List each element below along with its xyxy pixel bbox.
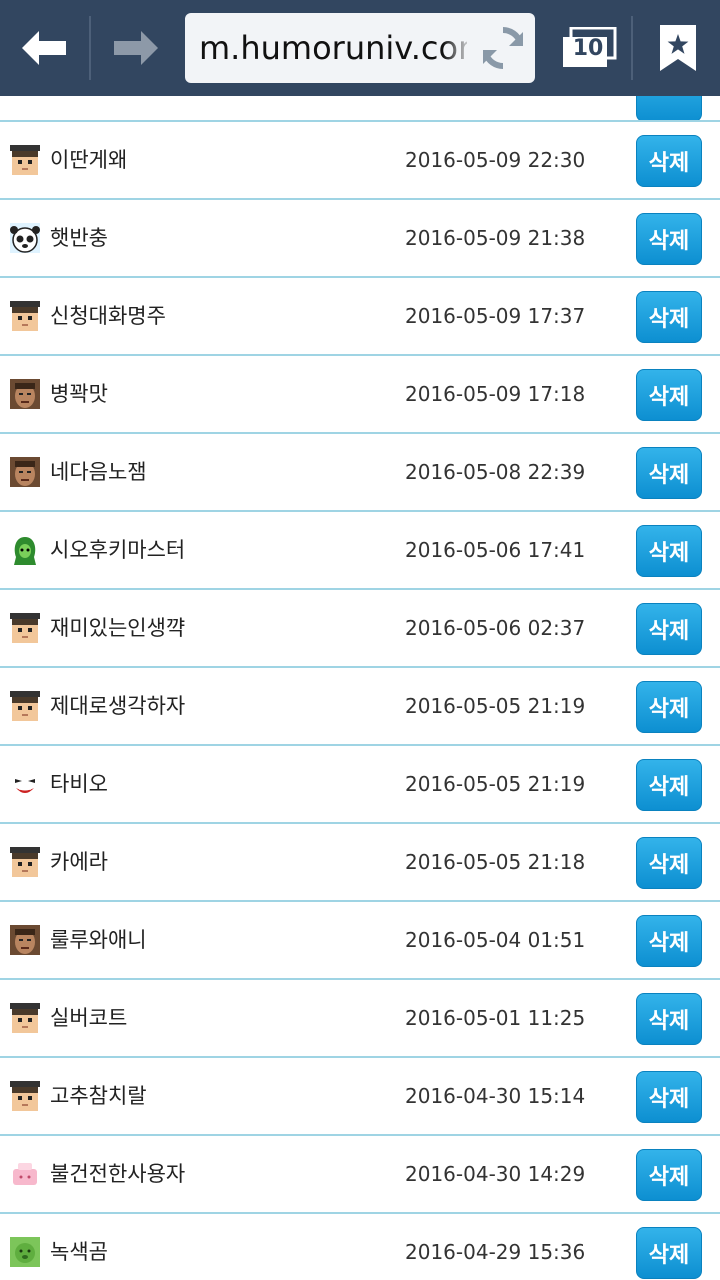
student-avatar-icon bbox=[10, 1081, 40, 1111]
timestamp: 2016-05-08 22:39 bbox=[405, 460, 586, 484]
delete-button[interactable]: 삭제 bbox=[636, 681, 702, 733]
list-item: 고추참치랄 2016-04-30 15:14 삭제 bbox=[0, 1058, 720, 1136]
timestamp: 2016-05-09 21:38 bbox=[405, 226, 586, 250]
delete-button[interactable]: 삭제 bbox=[636, 759, 702, 811]
delete-button[interactable]: 삭제 bbox=[636, 447, 702, 499]
list-item: 룰루와애니 2016-05-04 01:51 삭제 bbox=[0, 902, 720, 980]
delete-button[interactable]: 삭제 bbox=[636, 291, 702, 343]
nickname: 시오후키마스터 bbox=[50, 538, 186, 562]
joker-avatar-icon bbox=[10, 769, 40, 799]
delete-button[interactable]: 삭제 bbox=[636, 213, 702, 265]
toolbar-divider bbox=[631, 16, 633, 80]
delete-button[interactable]: 삭제 bbox=[636, 915, 702, 967]
delete-button[interactable]: 삭제 bbox=[636, 1071, 702, 1123]
timestamp: 2016-05-09 17:18 bbox=[405, 382, 586, 406]
student-avatar-icon bbox=[10, 301, 40, 331]
list-item-partial bbox=[0, 96, 720, 122]
bookmark-button[interactable] bbox=[636, 0, 720, 96]
timestamp: 2016-04-30 14:29 bbox=[405, 1162, 586, 1186]
list-item: 햇반충 2016-05-09 21:38 삭제 bbox=[0, 200, 720, 278]
bookmark-star-icon bbox=[660, 25, 696, 71]
delete-button[interactable]: 삭제 bbox=[636, 603, 702, 655]
timestamp: 2016-05-09 22:30 bbox=[405, 148, 586, 172]
delete-button[interactable]: 삭제 bbox=[636, 993, 702, 1045]
tab-count: 10 bbox=[572, 36, 604, 61]
list-item: 타비오 2016-05-05 21:19 삭제 bbox=[0, 746, 720, 824]
nickname: 재미있는인생꺅 bbox=[50, 616, 186, 640]
nickname: 이딴게왜 bbox=[50, 148, 128, 172]
nickname: 카에라 bbox=[50, 850, 108, 874]
timestamp: 2016-05-04 01:51 bbox=[405, 928, 586, 952]
nickname: 신청대화명주 bbox=[50, 304, 166, 328]
address-bar[interactable]: m.humoruniv.com bbox=[185, 13, 535, 83]
list-item: 제대로생각하자 2016-05-05 21:19 삭제 bbox=[0, 668, 720, 746]
delete-button[interactable]: 삭제 bbox=[636, 1227, 702, 1279]
browser-toolbar: m.humoruniv.com 10 bbox=[0, 0, 720, 96]
timestamp: 2016-05-06 02:37 bbox=[405, 616, 586, 640]
delete-button[interactable]: 삭제 bbox=[636, 525, 702, 577]
green-bear-avatar-icon bbox=[10, 1237, 40, 1267]
list-item: 이딴게왜 2016-05-09 22:30 삭제 bbox=[0, 122, 720, 200]
student-avatar-icon bbox=[10, 613, 40, 643]
list-item: 네다음노잼 2016-05-08 22:39 삭제 bbox=[0, 434, 720, 512]
photo-avatar-icon bbox=[10, 457, 40, 487]
student-avatar-icon bbox=[10, 847, 40, 877]
list-item: 시오후키마스터 2016-05-06 17:41 삭제 bbox=[0, 512, 720, 590]
back-arrow-icon bbox=[22, 31, 66, 65]
url-text[interactable]: m.humoruniv.com bbox=[199, 13, 467, 83]
list-item: 녹색곰 2016-04-29 15:36 삭제 bbox=[0, 1214, 720, 1280]
list-item: 병꽉맛 2016-05-09 17:18 삭제 bbox=[0, 356, 720, 434]
refresh-icon[interactable] bbox=[479, 24, 527, 72]
forward-arrow-icon bbox=[114, 31, 158, 65]
student-avatar-icon bbox=[10, 691, 40, 721]
delete-button[interactable]: 삭제 bbox=[636, 369, 702, 421]
timestamp: 2016-05-05 21:18 bbox=[405, 850, 586, 874]
timestamp: 2016-05-01 11:25 bbox=[405, 1006, 586, 1030]
nickname: 병꽉맛 bbox=[50, 382, 108, 406]
nickname: 불건전한사용자 bbox=[50, 1162, 186, 1186]
delete-button[interactable]: 삭제 bbox=[636, 837, 702, 889]
nickname: 햇반충 bbox=[50, 226, 108, 250]
nickname: 실버코트 bbox=[50, 1006, 128, 1030]
photo-avatar-icon bbox=[10, 925, 40, 955]
user-list: 이딴게왜 2016-05-09 22:30 삭제 햇반충 2016-05-09 21:3… bbox=[0, 96, 720, 1280]
timestamp: 2016-04-30 15:14 bbox=[405, 1084, 586, 1108]
list-item: 불건전한사용자 2016-04-30 14:29 삭제 bbox=[0, 1136, 720, 1214]
nickname: 타비오 bbox=[50, 772, 108, 796]
panda-avatar-icon bbox=[10, 223, 40, 253]
delete-button[interactable] bbox=[636, 96, 702, 120]
list-item: 신청대화명주 2016-05-09 17:37 삭제 bbox=[0, 278, 720, 356]
photo-avatar-icon bbox=[10, 379, 40, 409]
nickname: 고추참치랄 bbox=[50, 1084, 147, 1108]
nickname: 룰루와애니 bbox=[50, 928, 147, 952]
pink-box-avatar-icon bbox=[10, 1159, 40, 1189]
toolbar-divider bbox=[89, 16, 91, 80]
nickname: 녹색곰 bbox=[50, 1240, 108, 1264]
student-avatar-icon bbox=[10, 145, 40, 175]
student-avatar-icon bbox=[10, 1003, 40, 1033]
green-character-avatar-icon bbox=[10, 535, 40, 565]
timestamp: 2016-04-29 15:36 bbox=[405, 1240, 586, 1264]
list-item: 실버코트 2016-05-01 11:25 삭제 bbox=[0, 980, 720, 1058]
nickname: 네다음노잼 bbox=[50, 460, 147, 484]
delete-button[interactable]: 삭제 bbox=[636, 1149, 702, 1201]
timestamp: 2016-05-06 17:41 bbox=[405, 538, 586, 562]
url-fade bbox=[443, 13, 473, 83]
forward-button[interactable] bbox=[92, 0, 178, 96]
timestamp: 2016-05-09 17:37 bbox=[405, 304, 586, 328]
list-item: 카에라 2016-05-05 21:18 삭제 bbox=[0, 824, 720, 902]
list-item: 재미있는인생꺅 2016-05-06 02:37 삭제 bbox=[0, 590, 720, 668]
nickname: 제대로생각하자 bbox=[50, 694, 186, 718]
timestamp: 2016-05-05 21:19 bbox=[405, 772, 586, 796]
timestamp: 2016-05-05 21:19 bbox=[405, 694, 586, 718]
back-button[interactable] bbox=[0, 0, 90, 96]
delete-button[interactable]: 삭제 bbox=[636, 135, 702, 187]
